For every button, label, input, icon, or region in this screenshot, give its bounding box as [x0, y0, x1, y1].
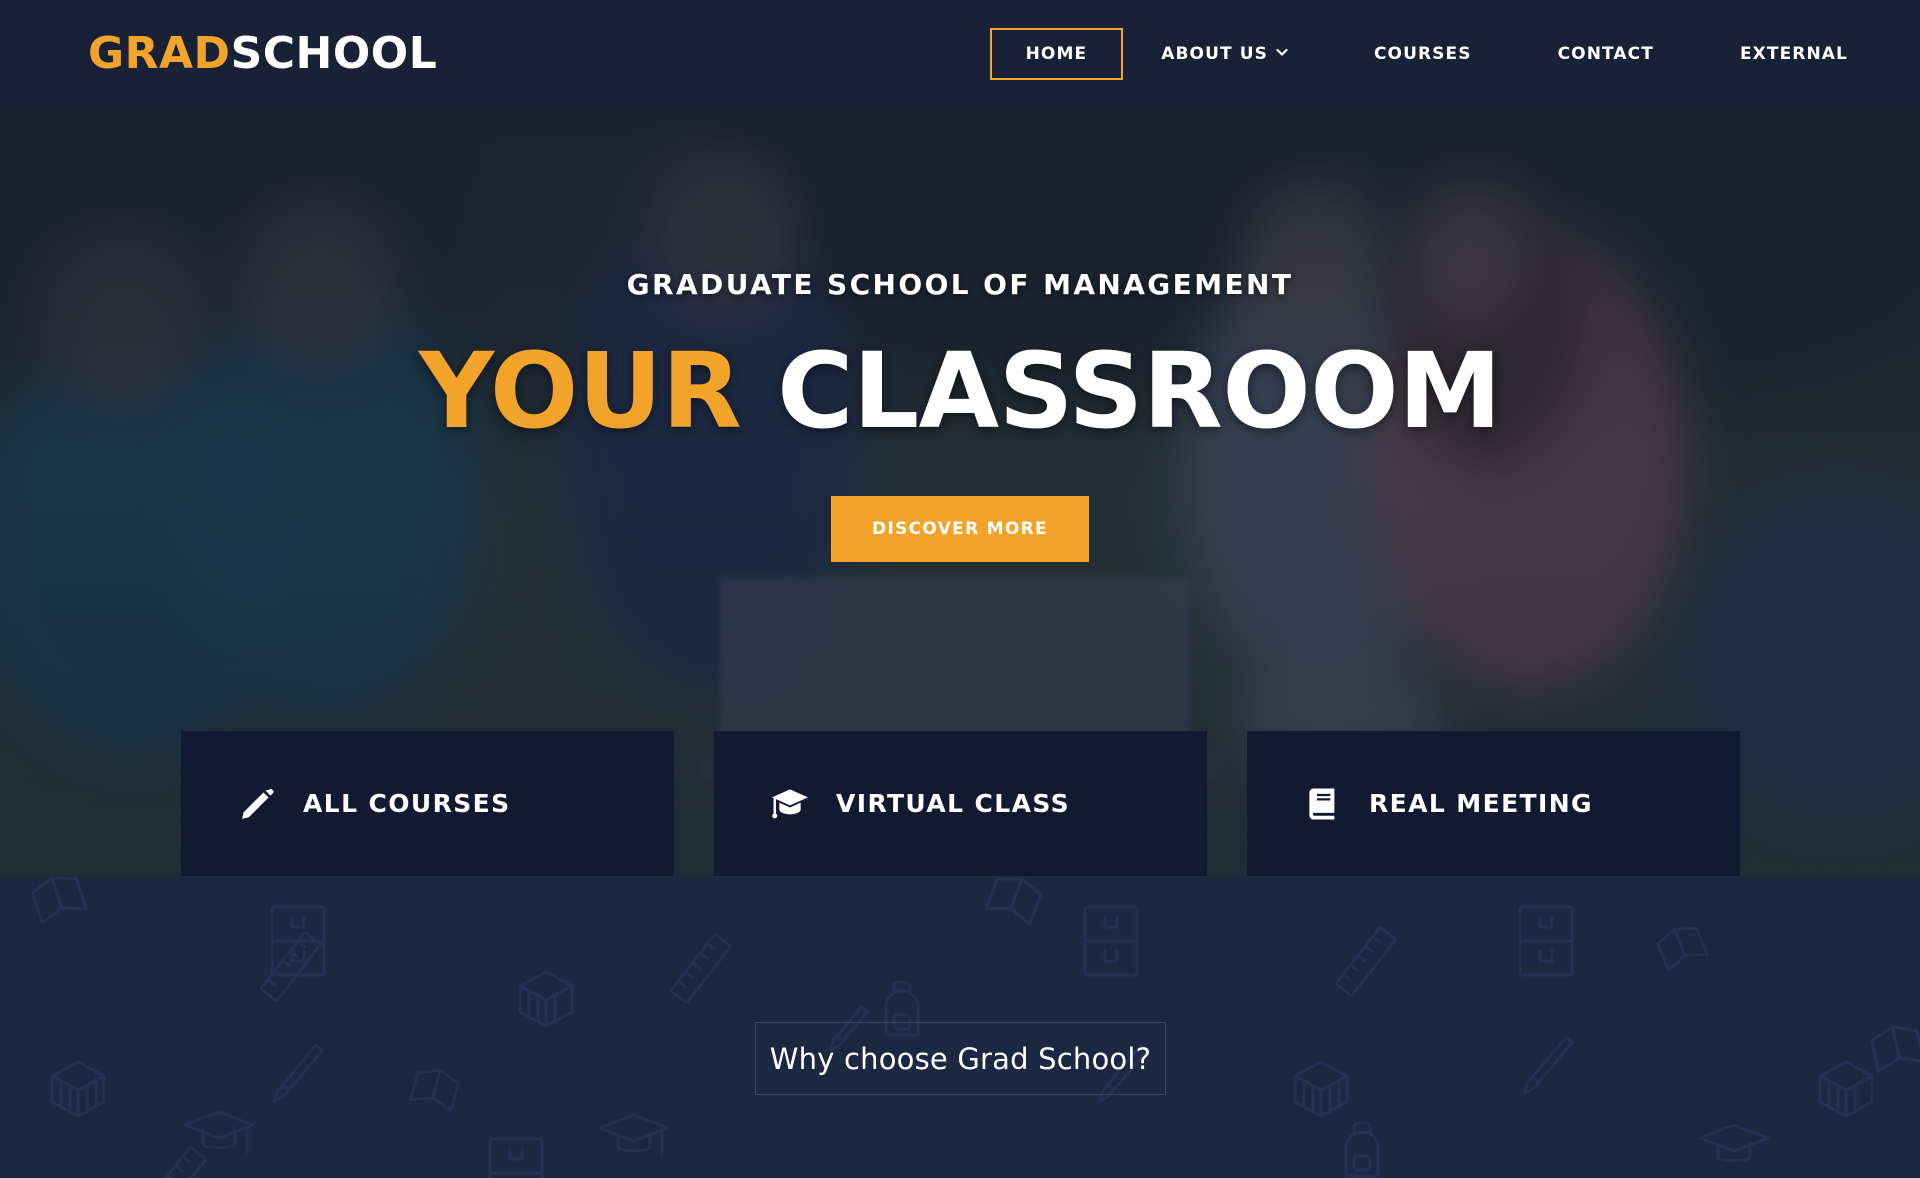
feature-card-label: VIRTUAL CLASS: [836, 789, 1071, 818]
feature-cards: ALL COURSES VIRTUAL CLASS REAL MEETING: [181, 731, 1740, 876]
chevron-down-icon: [1276, 46, 1288, 58]
nav-item-contact[interactable]: CONTACT: [1536, 30, 1676, 78]
nav-item-external[interactable]: EXTERNAL: [1718, 30, 1870, 78]
feature-card-label: ALL COURSES: [303, 789, 511, 818]
why-choose-heading-box: Why choose Grad School?: [755, 1022, 1166, 1095]
graduation-cap-icon: [770, 784, 810, 824]
nav-label-courses: COURSES: [1373, 44, 1472, 64]
hero-title: YOUR CLASSROOM: [0, 336, 1920, 446]
hero-title-main: CLASSROOM: [777, 330, 1502, 452]
feature-card-all-courses[interactable]: ALL COURSES: [181, 731, 674, 876]
nav-item-about-us[interactable]: ABOUT US: [1139, 30, 1310, 78]
logo-text-secondary: SCHOOL: [230, 28, 438, 79]
book-icon: [1303, 784, 1343, 824]
feature-card-label: REAL MEETING: [1369, 789, 1593, 818]
nav-label-home: HOME: [1025, 44, 1088, 64]
site-logo[interactable]: GRADSCHOOL: [88, 32, 437, 76]
nav-label-about-us: ABOUT US: [1161, 44, 1268, 64]
discover-more-button[interactable]: DISCOVER MORE: [831, 496, 1089, 563]
nav-label-external: EXTERNAL: [1739, 44, 1848, 64]
hero-subtitle: GRADUATE SCHOOL OF MANAGEMENT: [626, 268, 1294, 301]
feature-card-real-meeting[interactable]: REAL MEETING: [1247, 731, 1740, 876]
site-header: GRADSCHOOL HOME ABOUT US COURSES CONTACT: [0, 0, 1920, 108]
pencil-icon: [237, 784, 277, 824]
nav-label-contact: CONTACT: [1557, 44, 1654, 64]
nav-item-courses[interactable]: COURSES: [1352, 30, 1494, 78]
hero-content: GRADUATE SCHOOL OF MANAGEMENT YOUR CLASS…: [0, 268, 1920, 563]
why-choose-heading: Why choose Grad School?: [769, 1041, 1152, 1076]
nav-item-home[interactable]: HOME: [989, 28, 1124, 80]
main-navigation: HOME ABOUT US COURSES CONTACT EXTERNAL: [989, 28, 1870, 80]
page-root: GRADSCHOOL HOME ABOUT US COURSES CONTACT: [0, 0, 1920, 1178]
hero-title-accent: YOUR: [418, 330, 742, 452]
feature-card-virtual-class[interactable]: VIRTUAL CLASS: [714, 731, 1207, 876]
logo-text-primary: GRAD: [88, 28, 231, 79]
